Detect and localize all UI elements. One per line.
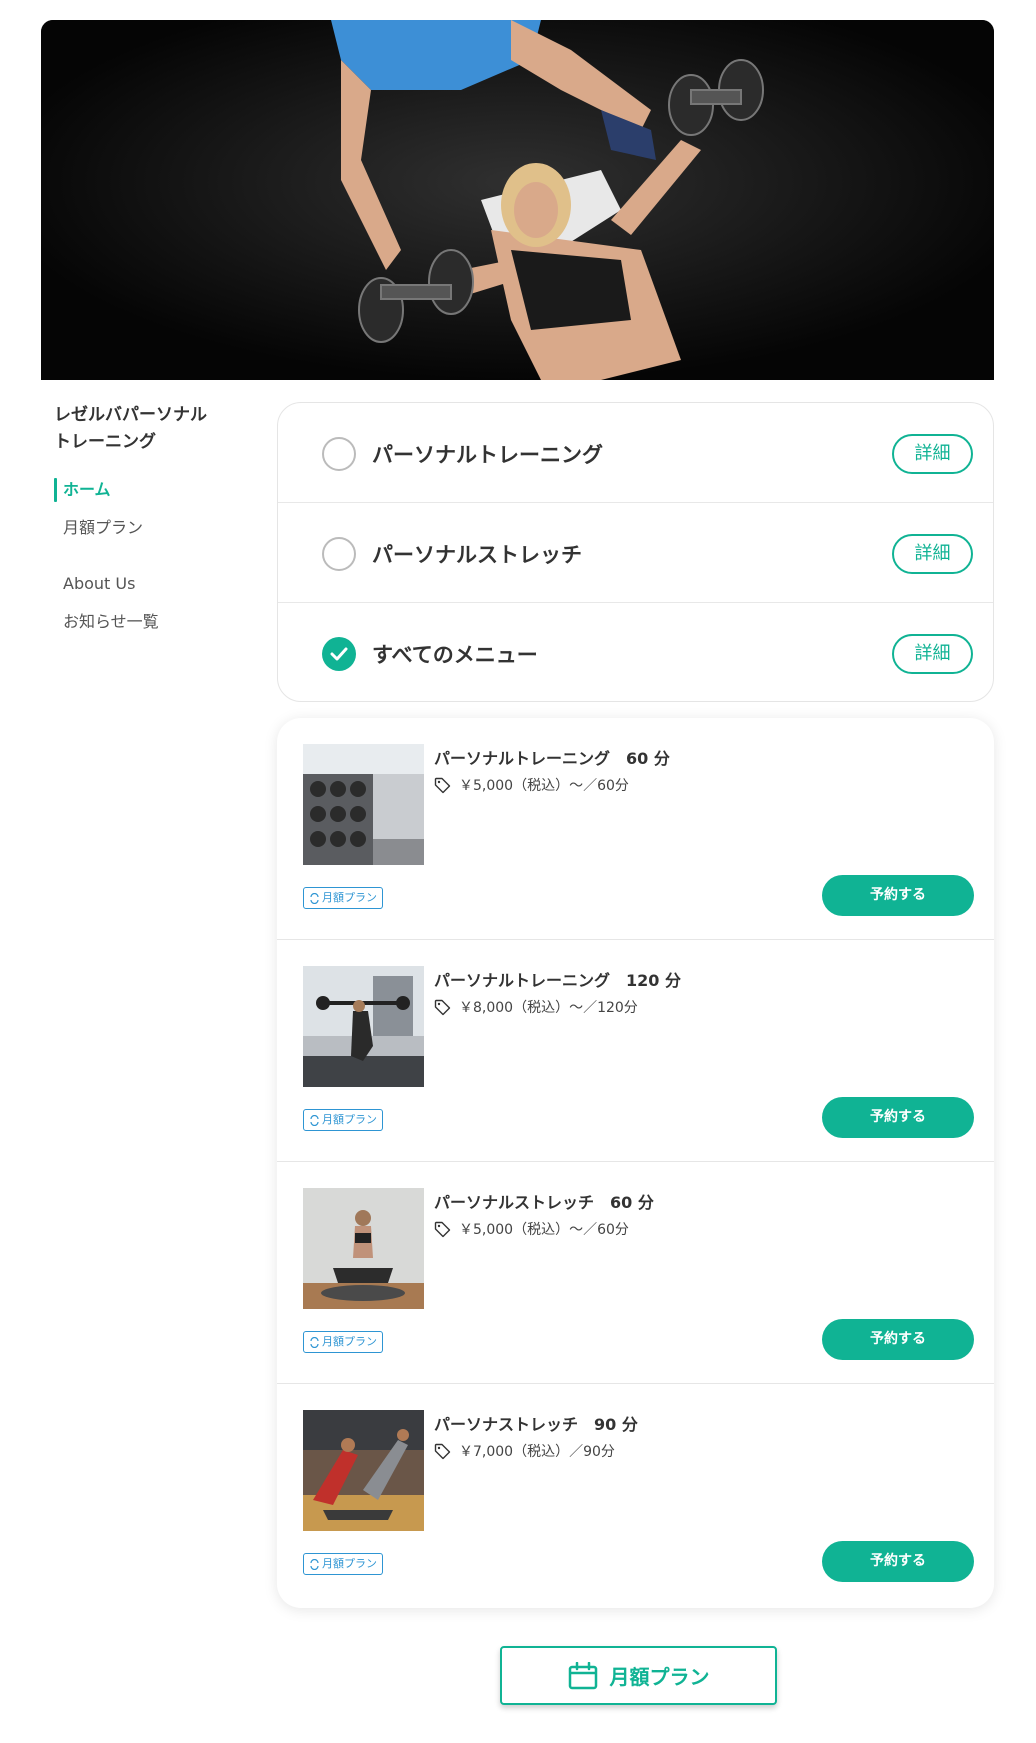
sidebar-item-about-us[interactable]: About Us [54, 572, 254, 596]
menu-item-title: パーソナストレッチ 90 分 [434, 1415, 638, 1434]
menu-item-price: ￥5,000（税込）〜／60分 [434, 775, 629, 795]
category-row[interactable]: パーソナルトレーニング 詳細 [278, 403, 993, 503]
menu-item: パーソナルトレーニング 60 分 ￥5,000（税込）〜／60分 月額プラン 予… [277, 718, 994, 940]
brand-line-2: トレーニング [54, 432, 156, 452]
monthly-plan-badge: 月額プラン [303, 1553, 383, 1575]
tag-icon [434, 1221, 451, 1237]
brand-line-1: レゼルバパーソナル [54, 405, 207, 425]
radio-unchecked-icon[interactable] [322, 437, 356, 471]
category-label: すべてのメニュー [372, 643, 538, 667]
menu-item-title: パーソナルトレーニング 60 分 [434, 749, 670, 768]
category-selector: パーソナルトレーニング 詳細 パーソナルストレッチ 詳細 すべてのメニュー 詳細 [277, 402, 994, 702]
sidebar-nav: ホーム 月額プラン About Us お知らせ一覧 [54, 478, 254, 634]
menu-thumbnail[interactable] [303, 966, 424, 1087]
calendar-icon [568, 1661, 597, 1689]
detail-button[interactable]: 詳細 [892, 634, 973, 674]
reserve-button[interactable]: 予約する [822, 1097, 974, 1138]
menu-item-price: ￥8,000（税込）〜／120分 [434, 997, 638, 1017]
price-text: ￥5,000（税込）〜／60分 [459, 778, 629, 794]
detail-button[interactable]: 詳細 [892, 434, 973, 474]
reserve-button[interactable]: 予約する [822, 1319, 974, 1360]
price-text: ￥5,000（税込）〜／60分 [459, 1222, 629, 1238]
category-label: パーソナルトレーニング [372, 443, 603, 467]
sidebar-item-monthly-plan[interactable]: 月額プラン [54, 516, 254, 540]
hero-image [41, 20, 994, 380]
reserve-button[interactable]: 予約する [822, 875, 974, 916]
brand-name[interactable]: レゼルバパーソナル トレーニング [54, 402, 254, 456]
monthly-plan-badge: 月額プラン [303, 887, 383, 909]
monthly-plan-button-label: 月額プラン [609, 1665, 710, 1689]
tag-icon [434, 999, 451, 1015]
repeat-icon [310, 892, 319, 904]
menu-item: パーソナルトレーニング 120 分 ￥8,000（税込）〜／120分 月額プラン… [277, 940, 994, 1162]
badge-label: 月額プラン [322, 891, 377, 904]
category-row[interactable]: パーソナルストレッチ 詳細 [278, 503, 993, 603]
tag-icon [434, 777, 451, 793]
menu-item: パーソナストレッチ 90 分 ￥7,000（税込）／90分 月額プラン 予約する [277, 1384, 994, 1606]
category-label: パーソナルストレッチ [372, 543, 582, 567]
price-text: ￥8,000（税込）〜／120分 [459, 1000, 638, 1016]
tag-icon [434, 1443, 451, 1459]
menu-item: パーソナルストレッチ 60 分 ￥5,000（税込）〜／60分 月額プラン 予約… [277, 1162, 994, 1384]
price-text: ￥7,000（税込）／90分 [459, 1444, 615, 1460]
category-row[interactable]: すべてのメニュー 詳細 [278, 603, 993, 703]
sidebar: レゼルバパーソナル トレーニング ホーム 月額プラン About Us お知らせ… [54, 402, 254, 634]
monthly-plan-badge: 月額プラン [303, 1331, 383, 1353]
menu-item-price: ￥7,000（税込）／90分 [434, 1441, 615, 1461]
menu-thumbnail[interactable] [303, 1188, 424, 1309]
radio-unchecked-icon[interactable] [322, 537, 356, 571]
reserve-button[interactable]: 予約する [822, 1541, 974, 1582]
monthly-plan-badge: 月額プラン [303, 1109, 383, 1131]
badge-label: 月額プラン [322, 1557, 377, 1570]
menu-item-price: ￥5,000（税込）〜／60分 [434, 1219, 629, 1239]
menu-item-title: パーソナルトレーニング 120 分 [434, 971, 681, 990]
repeat-icon [310, 1336, 319, 1348]
repeat-icon [310, 1558, 319, 1570]
badge-label: 月額プラン [322, 1113, 377, 1126]
detail-button[interactable]: 詳細 [892, 534, 973, 574]
menu-thumbnail[interactable] [303, 1410, 424, 1531]
sidebar-item-home[interactable]: ホーム [54, 478, 254, 502]
sidebar-item-news-list[interactable]: お知らせ一覧 [54, 610, 254, 634]
menu-item-title: パーソナルストレッチ 60 分 [434, 1193, 654, 1212]
badge-label: 月額プラン [322, 1335, 377, 1348]
menu-thumbnail[interactable] [303, 744, 424, 865]
monthly-plan-button[interactable]: 月額プラン [500, 1646, 777, 1705]
menu-list: パーソナルトレーニング 60 分 ￥5,000（税込）〜／60分 月額プラン 予… [277, 718, 994, 1608]
radio-checked-icon[interactable] [322, 637, 356, 671]
repeat-icon [310, 1114, 319, 1126]
